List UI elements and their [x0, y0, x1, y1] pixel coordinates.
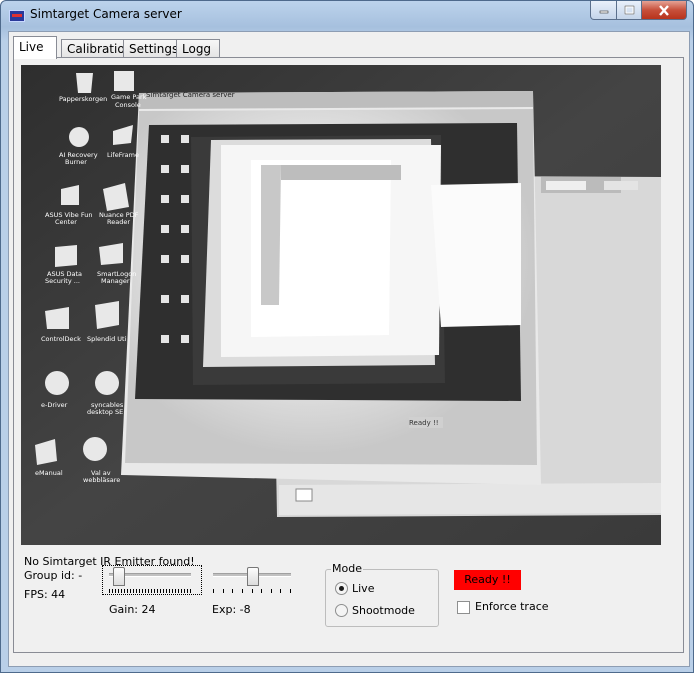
slider-tick: [187, 589, 188, 593]
tab-logg[interactable]: Logg: [176, 39, 220, 58]
svg-text:desktop SE: desktop SE: [87, 408, 123, 416]
nested-window-title: Simtarget Camera server: [146, 91, 235, 99]
slider-tick: [115, 589, 116, 593]
tab-calibration[interactable]: Calibration: [61, 39, 132, 58]
slider-tick: [172, 589, 173, 593]
gain-slider-thumb[interactable]: [113, 567, 125, 586]
slider-tick: [127, 589, 128, 593]
svg-text:Center: Center: [55, 218, 77, 226]
svg-text:Splendid Uti: Splendid Uti: [87, 335, 127, 343]
svg-text:Burner: Burner: [65, 158, 87, 166]
mode-live-radio[interactable]: [335, 582, 348, 595]
slider-tick: [190, 589, 191, 593]
slider-tick: [142, 589, 143, 593]
svg-text:Console: Console: [115, 101, 141, 109]
svg-text:webbläsare: webbläsare: [83, 476, 120, 484]
minimize-icon: [599, 10, 608, 14]
gain-label: Gain: 24: [109, 603, 156, 616]
slider-tick: [136, 589, 137, 593]
slider-tick: [160, 589, 161, 593]
tab-label: Settings: [129, 42, 179, 56]
title-bar[interactable]: Simtarget Camera server: [1, 1, 693, 29]
slider-tick: [166, 589, 167, 593]
nested-ready-text: Ready !!: [409, 419, 439, 427]
window-title: Simtarget Camera server: [30, 7, 182, 21]
slider-tick: [118, 589, 119, 593]
camera-preview: Papperskorgen Game Park Console AI Recov…: [21, 65, 661, 545]
slider-tick: [175, 589, 176, 593]
fps-readout: FPS: 44: [24, 588, 66, 601]
exposure-slider-ticks: [213, 589, 291, 593]
slider-tick: [148, 589, 149, 593]
mode-group-title: Mode: [331, 562, 363, 575]
slider-tick: [213, 589, 214, 593]
svg-text:Game Park: Game Park: [111, 93, 147, 101]
svg-text:e-Driver: e-Driver: [41, 401, 68, 409]
enforce-trace-label[interactable]: Enforce trace: [475, 600, 549, 613]
mode-shootmode-label[interactable]: Shootmode: [352, 604, 415, 617]
slider-tick: [157, 589, 158, 593]
enforce-trace-checkbox[interactable]: [457, 601, 470, 614]
mode-groupbox: Mode Live Shootmode: [325, 562, 439, 627]
gain-slider[interactable]: [105, 567, 195, 593]
slider-tick: [280, 589, 282, 593]
maximize-icon: [624, 5, 634, 15]
close-button[interactable]: [642, 1, 687, 20]
svg-text:Manager: Manager: [101, 277, 130, 285]
slider-tick: [222, 589, 224, 593]
minimize-button[interactable]: [590, 1, 617, 20]
slider-tick: [124, 589, 125, 593]
svg-text:eManual: eManual: [35, 469, 63, 477]
slider-tick: [178, 589, 179, 593]
group-id: Group id: -: [24, 569, 83, 582]
slider-tick: [109, 589, 110, 593]
slider-tick: [184, 589, 185, 593]
close-icon: [659, 4, 669, 16]
slider-tick: [251, 589, 253, 593]
slider-tick: [290, 589, 291, 593]
gain-slider-ticks: [109, 589, 191, 593]
svg-text:Papperskorgen: Papperskorgen: [59, 95, 107, 103]
slider-tick: [151, 589, 152, 593]
mode-live-label[interactable]: Live: [352, 582, 374, 595]
slider-tick: [130, 589, 131, 593]
slider-tick: [261, 589, 263, 593]
exposure-label: Exp: -8: [212, 603, 251, 616]
slider-tick: [133, 589, 134, 593]
slider-tick: [169, 589, 170, 593]
slider-tick: [121, 589, 122, 593]
svg-text:ControlDeck: ControlDeck: [41, 335, 81, 343]
slider-tick: [232, 589, 234, 593]
exposure-slider-thumb[interactable]: [247, 567, 259, 586]
slider-tick: [241, 589, 243, 593]
slider-tick: [181, 589, 182, 593]
slider-tick: [154, 589, 155, 593]
slider-tick: [270, 589, 272, 593]
maximize-button[interactable]: [617, 1, 642, 20]
app-icon: [9, 10, 25, 22]
tab-label: Logg: [182, 42, 212, 56]
slider-tick: [112, 589, 113, 593]
svg-text:Reader: Reader: [107, 218, 130, 226]
slider-tick: [145, 589, 146, 593]
client-area: Live Calibration Settings Logg Pappersko…: [8, 31, 690, 667]
svg-text:Security ...: Security ...: [45, 277, 80, 285]
tab-settings[interactable]: Settings: [123, 39, 179, 58]
tab-label: Live: [19, 40, 44, 54]
mode-shootmode-radio[interactable]: [335, 604, 348, 617]
slider-tick: [163, 589, 164, 593]
live-tab-page: Papperskorgen Game Park Console AI Recov…: [13, 57, 684, 653]
app-window: Simtarget Camera server Live Calibration…: [0, 0, 694, 673]
tab-live[interactable]: Live: [13, 36, 57, 59]
slider-tick: [139, 589, 140, 593]
camera-image: Papperskorgen Game Park Console AI Recov…: [21, 65, 661, 545]
exposure-slider[interactable]: [209, 567, 295, 593]
ready-status-button[interactable]: Ready !!: [454, 570, 521, 590]
svg-text:LifeFrame: LifeFrame: [107, 151, 139, 159]
caption-buttons: [590, 1, 687, 21]
